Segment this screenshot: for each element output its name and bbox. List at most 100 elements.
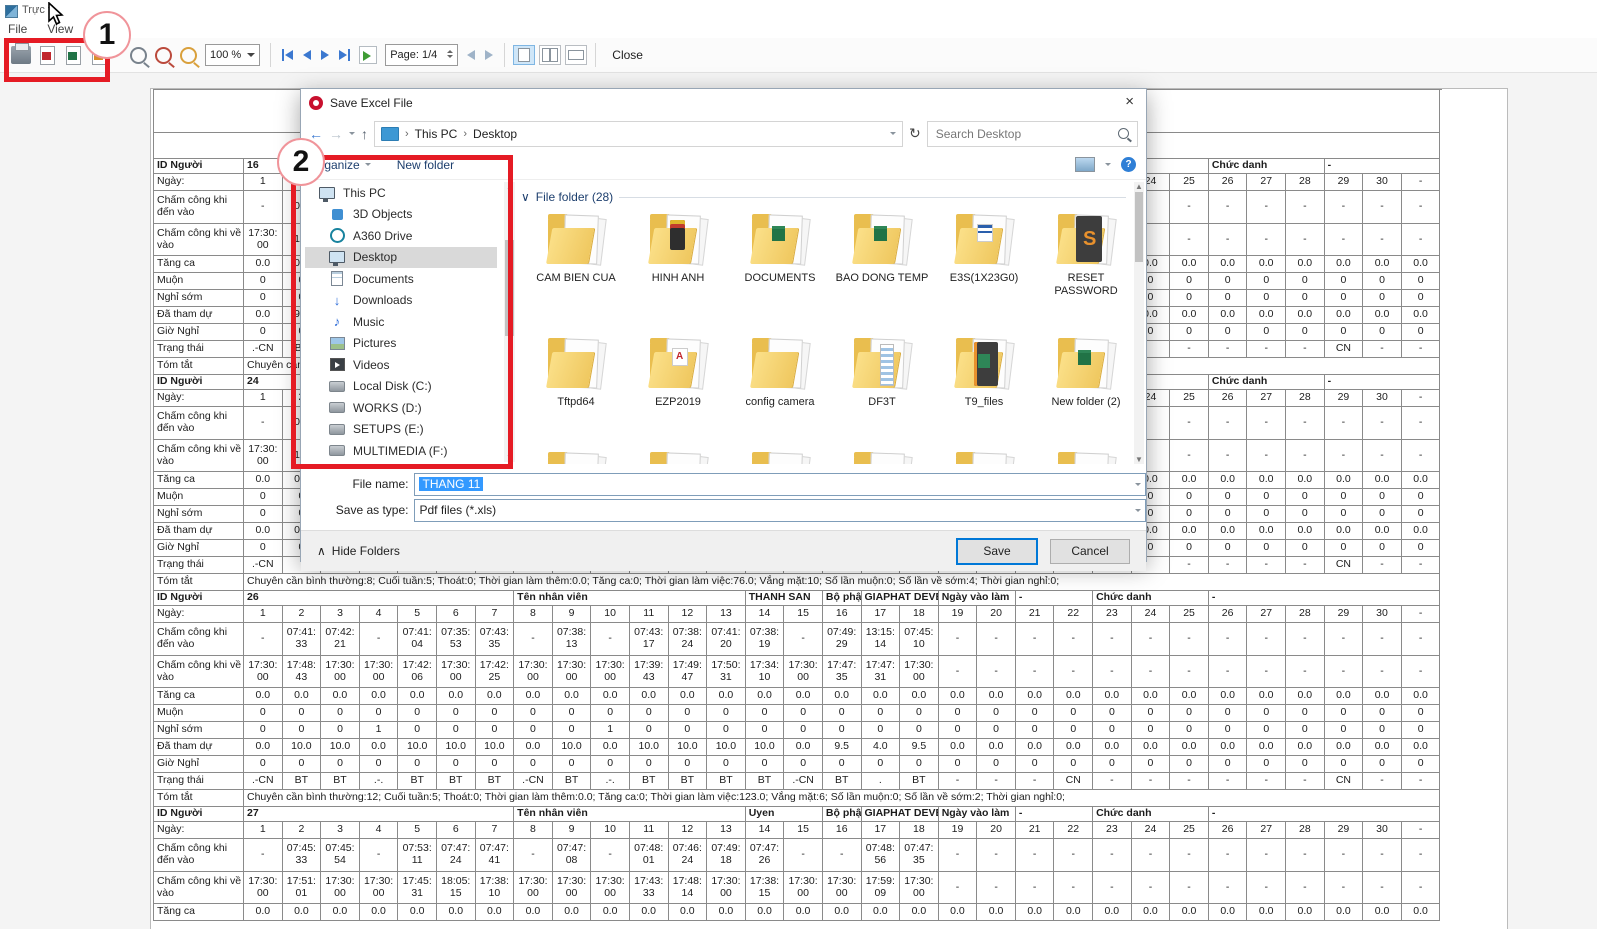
tree-item-works-d-[interactable]: WORKS (D:) <box>305 397 497 419</box>
report-cell: 0 <box>398 722 437 739</box>
report-cell: - <box>1325 623 1364 656</box>
report-cell: CN <box>1325 557 1364 574</box>
group-header[interactable]: ∨ File folder (28) <box>521 190 1132 204</box>
tree-item-a360-drive[interactable]: A360 Drive <box>305 225 497 247</box>
back-icon[interactable]: ← <box>309 126 323 142</box>
folder-item-bao-dong-temp[interactable]: BAO DONG TEMP <box>831 212 933 297</box>
zoom-level-value: 100 % <box>210 49 241 61</box>
tree-item-multimedia-f-[interactable]: MULTIMEDIA (F:) <box>305 440 497 462</box>
folder-item-t9-files[interactable]: T9_files <box>933 336 1035 409</box>
export-pdf-button[interactable] <box>37 46 57 64</box>
breadcrumb-chevron-icon[interactable] <box>890 132 896 138</box>
search-box[interactable]: Search Desktop <box>927 121 1138 147</box>
report-cell: - <box>1093 623 1132 656</box>
report-cell: BT <box>321 773 360 790</box>
report-cell: ID Người <box>154 159 244 174</box>
folder-item-cam-bien-cua[interactable]: CAM BIEN CUA <box>525 212 627 297</box>
new-folder-button[interactable]: New folder <box>397 158 454 172</box>
mouse-cursor-icon <box>48 2 66 26</box>
last-page-button[interactable] <box>339 49 350 61</box>
report-cell: 0 <box>862 722 901 739</box>
report-cell: 17:45:31 <box>398 872 437 904</box>
tree-item-videos[interactable]: Videos <box>305 354 497 376</box>
goto-page-icon[interactable] <box>359 46 377 64</box>
report-cell: 0 <box>746 705 785 722</box>
breadcrumb-desktop[interactable]: Desktop <box>473 127 517 141</box>
files-scrollbar[interactable]: ▲ ▼ <box>1134 182 1144 464</box>
breadcrumb-this-pc[interactable]: This PC <box>415 127 458 141</box>
help-icon[interactable]: ? <box>1121 157 1136 172</box>
folder-item[interactable] <box>1035 450 1132 464</box>
folder-item-tftpd64[interactable]: Tftpd64 <box>525 336 627 409</box>
tree-item-setups-e-[interactable]: SETUPS (E:) <box>305 419 497 441</box>
folder-item-documents[interactable]: DOCUMENTS <box>729 212 831 297</box>
view-chevron-icon[interactable] <box>1105 163 1111 169</box>
folder-item-reset-password[interactable]: RESET PASSWORD <box>1035 212 1132 297</box>
folder-item[interactable] <box>831 450 933 464</box>
report-cell: Uyen <box>746 807 823 822</box>
up-icon[interactable]: ↑ <box>361 126 368 142</box>
report-row: Chấm công khi về vào17:30:0017:51:0117:3… <box>154 872 1442 904</box>
tree-item-3d-objects[interactable]: 3D Objects <box>305 204 497 226</box>
export-excel-button[interactable] <box>63 46 83 64</box>
page-fwd-button[interactable] <box>485 50 493 60</box>
tree-item-downloads[interactable]: ↓Downloads <box>305 290 497 312</box>
forward-icon[interactable]: → <box>329 126 343 142</box>
tree-scrollbar[interactable]: ▲▼ <box>504 182 515 462</box>
print-button[interactable] <box>11 46 31 64</box>
view-mode-icon[interactable] <box>1075 157 1095 172</box>
layout-continuous-button[interactable] <box>565 45 587 65</box>
report-cell: 6 <box>437 822 476 839</box>
history-chevron-icon[interactable] <box>349 132 355 138</box>
tree-item-this-pc[interactable]: This PC <box>305 182 497 204</box>
refresh-icon[interactable]: ↻ <box>909 125 921 142</box>
zoom-level-select[interactable]: 100 % <box>205 44 260 66</box>
save-type-chevron-icon[interactable] <box>1135 509 1141 515</box>
page-spinner[interactable]: Page: 1/4 <box>385 44 458 66</box>
folder-item-new-folder-2-[interactable]: New folder (2) <box>1035 336 1132 409</box>
save-button[interactable]: Save <box>956 538 1038 565</box>
folder-item[interactable] <box>525 450 627 464</box>
file-name-input[interactable]: THANG 11 <box>414 473 1146 496</box>
tree-item-documents[interactable]: Documents <box>305 268 497 290</box>
cancel-button[interactable]: Cancel <box>1050 539 1130 564</box>
report-cell: 10.0 <box>476 739 515 756</box>
breadcrumb[interactable]: › This PC › Desktop <box>374 121 903 147</box>
zoom-fit-button[interactable] <box>130 47 147 64</box>
folder-item[interactable] <box>627 450 729 464</box>
menu-item-file[interactable]: File <box>8 22 27 38</box>
prev-page-button[interactable] <box>303 50 311 60</box>
page-back-button[interactable] <box>467 50 475 60</box>
report-cell: 26 <box>1209 822 1248 839</box>
report-row: Tóm tắtChuyên cần bình thường:12; Cuối t… <box>154 790 1442 807</box>
tree-item-local-disk-c-[interactable]: Local Disk (C:) <box>305 376 497 398</box>
report-cell: - <box>1247 341 1286 358</box>
tree-item-music[interactable]: ♪Music <box>305 311 497 333</box>
close-preview-button[interactable]: Close <box>612 48 643 62</box>
report-cell: 0.0 <box>1286 904 1325 921</box>
tree-item-pictures[interactable]: Pictures <box>305 333 497 355</box>
next-page-button[interactable] <box>321 50 329 60</box>
folder-item[interactable] <box>729 450 831 464</box>
folder-item-e3s-1x23g0-[interactable]: E3S(1X23G0) <box>933 212 1035 297</box>
zoom-out-button[interactable] <box>155 47 172 64</box>
zoom-in-button[interactable] <box>180 47 197 64</box>
layout-single-button[interactable] <box>513 45 535 65</box>
dialog-close-icon[interactable]: × <box>1125 93 1134 110</box>
save-type-select[interactable]: Pdf files (*.xls) <box>414 499 1146 522</box>
layout-two-page-button[interactable] <box>539 45 561 65</box>
report-cell: 0.0 <box>862 904 901 921</box>
report-cell: 28 <box>1286 822 1325 839</box>
tree-item-desktop[interactable]: Desktop <box>305 247 497 269</box>
folder-item-config-camera[interactable]: config camera <box>729 336 831 409</box>
folder-item-df3t[interactable]: DF3T <box>831 336 933 409</box>
hide-folders-button[interactable]: ∧ Hide Folders <box>317 544 400 558</box>
dialog-titlebar[interactable]: Save Excel File × <box>301 89 1146 117</box>
report-cell: 07:41:33 <box>283 623 322 656</box>
folder-item[interactable] <box>933 450 1035 464</box>
file-name-chevron-icon[interactable] <box>1135 483 1141 489</box>
first-page-button[interactable] <box>282 49 293 61</box>
folder-item-hinh-anh[interactable]: HINH ANH <box>627 212 729 297</box>
folder-item-ezp2019[interactable]: EZP2019 <box>627 336 729 409</box>
report-cell: 0 <box>1209 705 1248 722</box>
